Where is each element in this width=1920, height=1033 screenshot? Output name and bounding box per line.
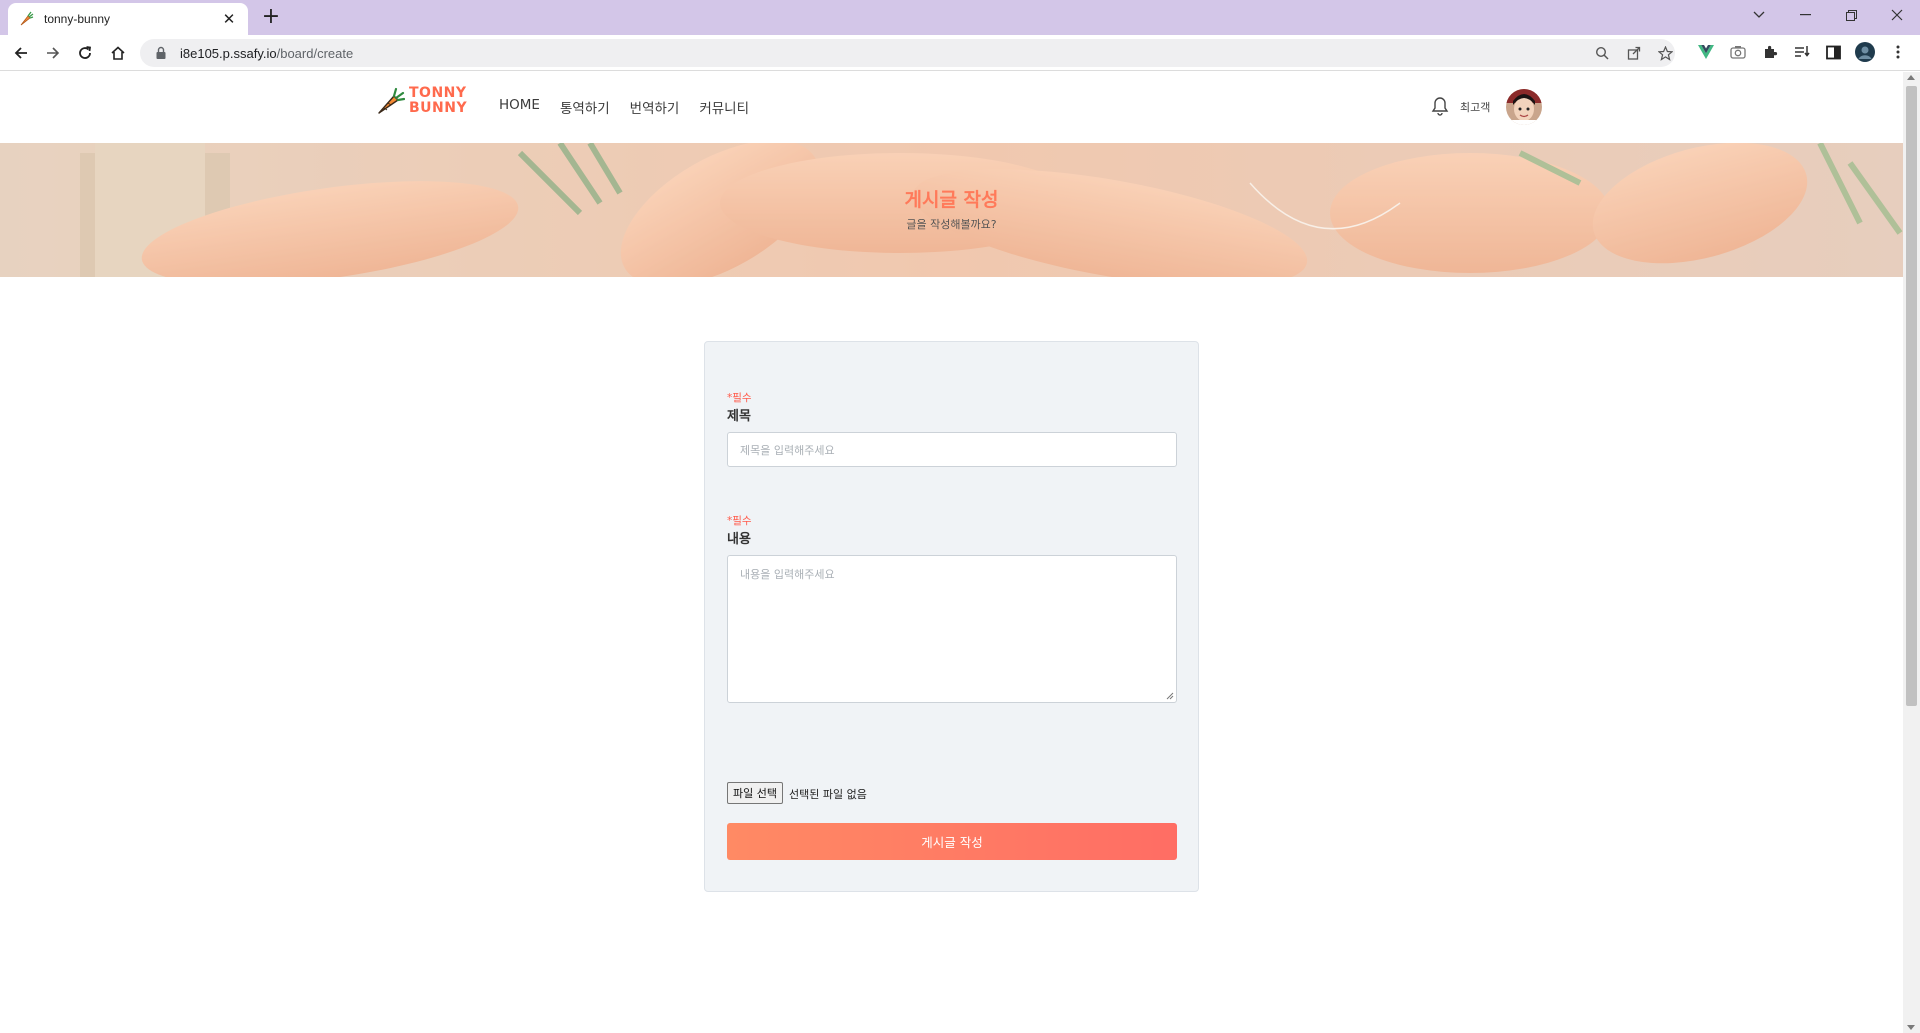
content-textarea[interactable]: 내용을 입력해주세요	[727, 555, 1177, 703]
browser-tab-strip: tonny-bunny ✕ +	[0, 0, 1920, 35]
page-scrollbar[interactable]	[1903, 72, 1920, 1033]
url-text: i8e105.p.ssafy.io/board/create	[180, 46, 353, 61]
scrollbar-thumb[interactable]	[1906, 86, 1917, 706]
lock-icon	[156, 46, 166, 59]
nav-community[interactable]: 커뮤니티	[699, 97, 749, 117]
back-icon[interactable]	[9, 41, 33, 65]
nav-home[interactable]: HOME	[499, 97, 540, 117]
zoom-icon[interactable]	[1592, 43, 1612, 63]
notification-bell-icon[interactable]	[1431, 96, 1449, 116]
url-path: /board/create	[276, 45, 354, 61]
nav-interpret[interactable]: 통역하기	[560, 97, 610, 117]
brand-name: TONNY BUNNY	[409, 86, 467, 116]
camera-icon[interactable]	[1728, 42, 1748, 62]
scroll-down-icon[interactable]	[1907, 1025, 1915, 1030]
brand-line-1: TONNY	[409, 85, 467, 101]
home-icon[interactable]	[106, 41, 130, 65]
side-panel-icon[interactable]	[1823, 42, 1843, 62]
page-viewport: TONNY BUNNY HOME 통역하기 번역하기 커뮤니티 최고객 게시글 …	[0, 72, 1903, 1033]
resize-handle-icon[interactable]	[1165, 691, 1174, 700]
file-select-button[interactable]: 파일 선택	[727, 782, 783, 804]
carrot-logo-icon	[378, 87, 405, 114]
content-required-mark: *필수	[727, 515, 752, 527]
close-window-icon[interactable]	[1874, 0, 1920, 30]
hero-title: 게시글 작성	[904, 189, 999, 211]
content-placeholder: 내용을 입력해주세요	[740, 568, 835, 581]
reading-list-icon[interactable]	[1792, 42, 1812, 62]
hero-banner: 게시글 작성 글을 작성해볼까요?	[0, 143, 1903, 277]
browser-toolbar: i8e105.p.ssafy.io/board/create	[0, 35, 1920, 71]
share-icon[interactable]	[1624, 43, 1644, 63]
new-tab-button[interactable]: +	[258, 5, 284, 31]
hero-subtitle: 글을 작성해볼까요?	[906, 218, 997, 231]
site-header: TONNY BUNNY HOME 통역하기 번역하기 커뮤니티 최고객	[0, 72, 1903, 143]
site-logo[interactable]: TONNY BUNNY	[377, 86, 467, 116]
forward-icon[interactable]	[41, 41, 65, 65]
user-name[interactable]: 최고객	[1460, 99, 1490, 115]
extensions-puzzle-icon[interactable]	[1760, 42, 1780, 62]
reload-icon[interactable]	[73, 41, 97, 65]
browser-tab[interactable]: tonny-bunny ✕	[8, 3, 248, 35]
title-label: 제목	[727, 409, 751, 424]
title-input[interactable]: 제목을 입력해주세요	[727, 432, 1177, 467]
address-bar[interactable]: i8e105.p.ssafy.io/board/create	[140, 39, 1675, 67]
scroll-up-icon[interactable]	[1907, 75, 1915, 80]
post-form-card: *필수 제목 제목을 입력해주세요 *필수 내용 내용을 입력해주세요 파일 선…	[704, 341, 1199, 892]
restore-icon[interactable]	[1828, 0, 1874, 30]
bookmark-star-icon[interactable]	[1655, 43, 1675, 63]
browser-menu-icon[interactable]	[1888, 42, 1908, 62]
carrot-favicon-icon	[18, 11, 34, 27]
brand-line-2: BUNNY	[409, 100, 468, 116]
user-avatar[interactable]	[1506, 89, 1542, 125]
minimize-icon[interactable]	[1782, 0, 1828, 30]
url-host: i8e105.p.ssafy.io	[180, 45, 277, 61]
submit-post-button[interactable]: 게시글 작성	[727, 823, 1177, 860]
main-nav: HOME 통역하기 번역하기 커뮤니티	[499, 97, 749, 117]
file-status: 선택된 파일 없음	[789, 788, 867, 801]
vue-devtools-icon[interactable]	[1696, 42, 1716, 62]
profile-avatar-icon[interactable]	[1855, 42, 1875, 62]
title-placeholder: 제목을 입력해주세요	[740, 443, 835, 457]
tab-title: tonny-bunny	[44, 12, 111, 26]
tab-close-icon[interactable]: ✕	[220, 10, 238, 28]
nav-translate[interactable]: 번역하기	[630, 97, 680, 117]
content-label: 내용	[727, 532, 751, 547]
tab-search-chevron-icon[interactable]	[1736, 0, 1782, 30]
title-required-mark: *필수	[727, 392, 752, 404]
